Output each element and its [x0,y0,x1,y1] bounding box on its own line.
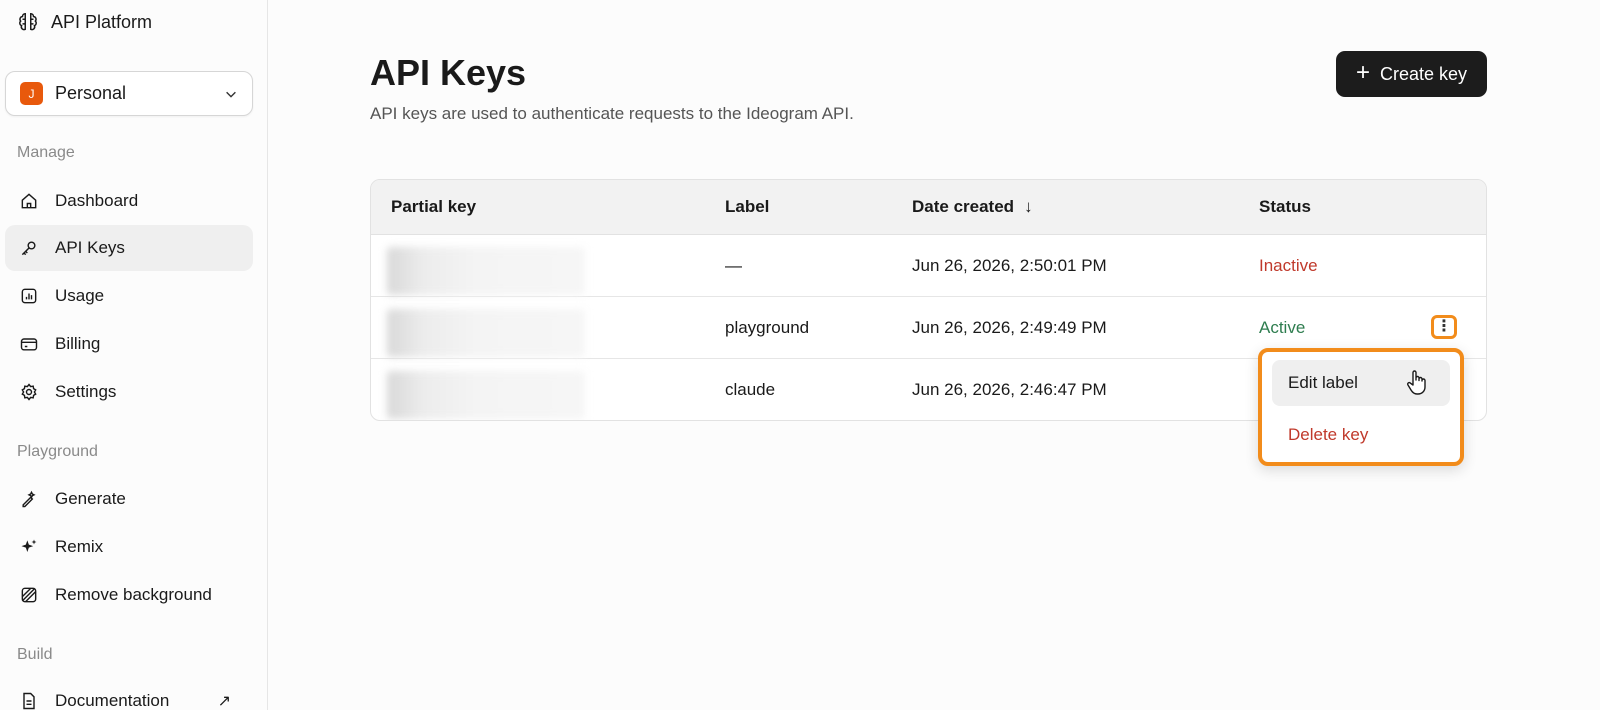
chevron-down-icon [226,91,236,98]
sidebar-item-label: Remix [55,537,104,556]
brand-name: API Platform [51,11,153,32]
row-actions-button[interactable]: ⋮ [1431,315,1457,339]
page-description: API keys are used to authenticate reques… [370,104,854,123]
pen-sparkle-icon [22,490,36,508]
table-row: — Jun 26, 2026, 2:50:01 PM Inactive [371,235,1486,297]
delete-key-menu-item[interactable]: Delete key [1272,412,1450,458]
row-label: playground [725,318,810,337]
sidebar-item-label: Usage [55,286,105,305]
partial-key-redacted [387,247,585,295]
sidebar-item-label: Generate [55,489,126,508]
partial-key-redacted [387,309,585,357]
brand[interactable]: API Platform [17,9,152,35]
sidebar-item-dashboard[interactable]: Dashboard [5,178,253,224]
sidebar-item-label: API Keys [55,238,125,257]
status-badge: Inactive [1259,256,1318,275]
row-date: Jun 26, 2026, 2:46:47 PM [912,380,1107,399]
workspace-name: Personal [55,83,127,103]
sidebar-item-documentation[interactable]: Documentation ↗ [5,678,253,710]
column-date-created-label: Date created [912,197,1015,216]
sidebar-item-usage[interactable]: Usage [5,273,253,319]
row-actions-menu: Edit label Delete key [1258,348,1464,466]
sidebar-item-api-keys[interactable]: API Keys [5,225,253,271]
key-icon [21,241,36,256]
status-badge: Active [1259,318,1306,337]
plus-icon: + [1355,59,1370,86]
row-label: claude [725,380,776,399]
sidebar-item-remix[interactable]: Remix [5,524,253,570]
section-label-manage: Manage [17,144,75,161]
column-date-created[interactable]: Date created ↓ [912,197,1033,217]
sidebar-item-settings[interactable]: Settings [5,369,253,415]
sidebar-item-billing[interactable]: Billing [5,321,253,367]
create-key-button[interactable]: + Create key [1336,51,1487,97]
row-date: Jun 26, 2026, 2:49:49 PM [912,318,1107,337]
bar-chart-icon [21,288,37,304]
square-slash-icon [21,587,37,603]
partial-key-redacted [387,371,585,419]
sidebar: API Platform J Personal Manage Dashboard… [0,0,268,710]
workspace-avatar: J [20,82,43,105]
sort-arrow-icon: ↓ [1024,197,1033,216]
section-label-playground: Playground [17,443,98,460]
sidebar-item-label: Dashboard [55,191,139,210]
sidebar-item-label: Billing [55,334,101,353]
sidebar-item-label: Documentation [55,691,170,710]
column-status: Status [1259,197,1311,216]
sidebar-item-label: Remove background [55,585,212,604]
sidebar-item-label: Settings [55,382,117,401]
document-icon [23,692,35,710]
sidebar-item-remove-background[interactable]: Remove background [5,572,253,618]
more-vertical-icon: ⋮ [1436,318,1452,335]
column-label: Label [725,197,770,216]
sidebar-item-generate[interactable]: Generate [5,476,253,522]
page-title: API Keys [370,52,527,93]
external-link-icon: ↗ [217,693,231,710]
row-date: Jun 26, 2026, 2:50:01 PM [912,256,1107,275]
brain-icon [19,13,37,31]
section-label-build: Build [17,646,53,663]
column-partial-key: Partial key [391,197,477,216]
table-header: Partial key Label Date created ↓ Status [371,180,1486,235]
credit-card-icon [20,338,38,351]
workspace-selector[interactable]: J Personal [5,71,253,116]
row-label: — [725,256,742,275]
home-icon [21,193,37,209]
gear-icon [21,383,37,401]
sparkles-icon [21,539,37,552]
create-key-label: Create key [1379,63,1468,84]
hand-cursor-icon [1407,370,1426,395]
